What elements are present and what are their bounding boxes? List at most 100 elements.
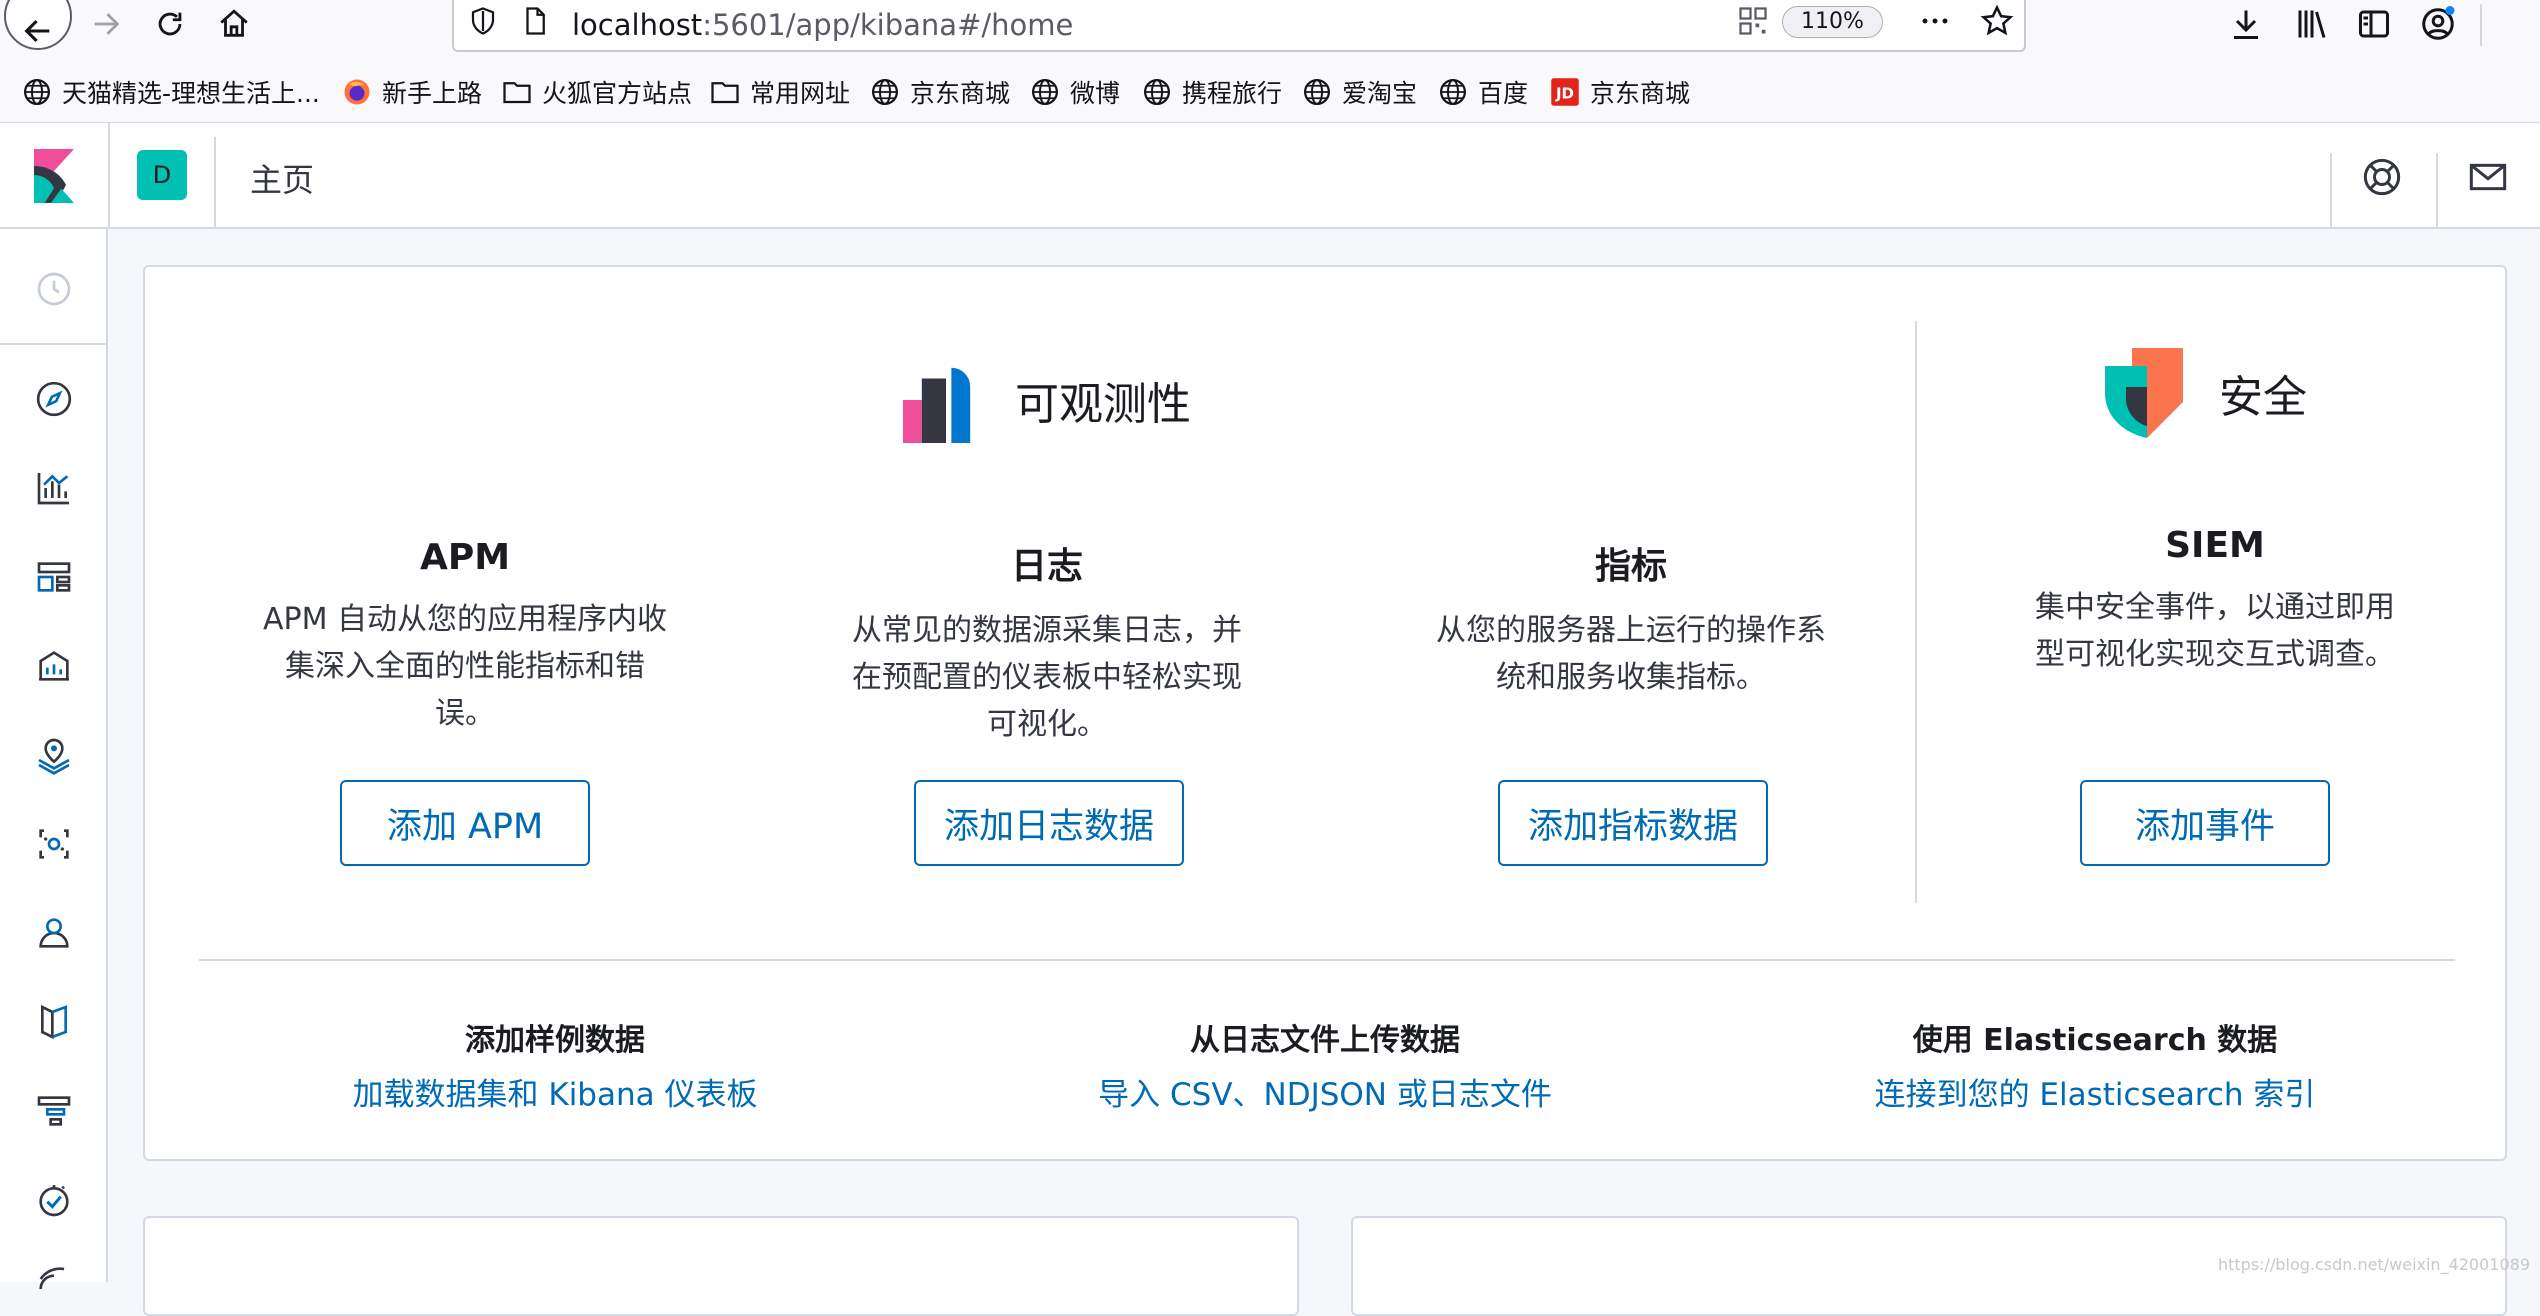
nav-machine-learning[interactable] xyxy=(29,819,79,869)
qr-code-icon[interactable] xyxy=(1738,6,1768,36)
kibana-logo-icon[interactable] xyxy=(30,149,78,203)
side-nav xyxy=(0,229,108,1290)
nav-canvas[interactable] xyxy=(29,641,79,691)
solution-divider xyxy=(1915,321,1917,903)
nav-apm[interactable] xyxy=(29,1086,79,1136)
feature-title: APM xyxy=(419,537,511,578)
siem-icon xyxy=(39,1267,65,1290)
account-icon[interactable] xyxy=(2420,6,2456,42)
add-metrics-button[interactable]: 添加指标数据 xyxy=(1498,780,1768,866)
add-events-button[interactable]: 添加事件 xyxy=(2080,780,2330,866)
back-button[interactable] xyxy=(4,0,72,50)
arrow-right-icon xyxy=(94,13,120,35)
help-lifebuoy-icon[interactable] xyxy=(2362,157,2402,197)
recent-items-button[interactable] xyxy=(29,264,79,314)
globe-icon xyxy=(1144,79,1170,105)
infrastructure-icon xyxy=(39,918,69,948)
sample-data-title: 添加样例数据 xyxy=(465,1023,645,1058)
svg-text:JD: JD xyxy=(1555,84,1574,102)
browser-toolbar: localhost:5601/app/kibana#/home 110% xyxy=(0,0,2540,52)
logs-icon xyxy=(41,1004,67,1040)
nav-discover[interactable] xyxy=(29,374,79,424)
canvas-icon xyxy=(39,651,69,681)
globe-icon xyxy=(1440,79,1466,105)
globe-icon xyxy=(872,79,898,105)
home-icon xyxy=(220,9,248,37)
bookmark-folder[interactable]: 火狐官方站点 xyxy=(502,74,692,110)
download-icon[interactable] xyxy=(2228,6,2264,42)
bookmark-item[interactable]: 爱淘宝 xyxy=(1302,74,1417,110)
reload-button[interactable] xyxy=(148,2,192,46)
security-logo-icon xyxy=(2105,348,2183,438)
folder-icon xyxy=(503,82,531,104)
feature-title: SIEM xyxy=(2165,525,2265,566)
section-divider xyxy=(199,959,2455,961)
space-avatar[interactable]: D xyxy=(137,150,187,200)
shield-icon[interactable] xyxy=(468,6,498,36)
more-icon[interactable] xyxy=(1918,6,1952,36)
watermark: https://blog.csdn.net/weixin_42001089 xyxy=(2217,1255,2530,1274)
feature-title: 日志 xyxy=(1010,546,1083,587)
dashboard-icon xyxy=(37,562,71,592)
maps-icon xyxy=(38,738,70,775)
compass-icon xyxy=(36,381,72,417)
nav-dashboard[interactable] xyxy=(29,552,79,602)
clock-icon xyxy=(37,272,71,306)
lower-panel-left xyxy=(143,1216,1299,1316)
observability-logo-icon xyxy=(903,367,971,443)
bookmark-item[interactable]: JD 京东商城 xyxy=(1550,74,1690,110)
upload-file-link[interactable]: 导入 CSV、NDJSON 或日志文件 xyxy=(915,1069,1735,1114)
star-icon[interactable] xyxy=(1980,4,2014,38)
forward-button[interactable] xyxy=(84,2,128,46)
folder-icon xyxy=(711,82,739,104)
security-title: 安全 xyxy=(2219,372,2307,423)
page-title: 主页 xyxy=(250,161,315,199)
home-button[interactable] xyxy=(212,2,256,46)
security-heading: 安全 xyxy=(2105,347,2307,439)
feature-logs: 日志 从常见的数据源采集日志，并在预配置的仪表板中轻松实现可视化。 xyxy=(807,537,1287,748)
nav-maps[interactable] xyxy=(29,730,79,780)
arrow-left-icon xyxy=(24,19,50,43)
sidebar-icon[interactable] xyxy=(2356,6,2392,42)
nav-siem[interactable] xyxy=(29,1254,79,1304)
url-text[interactable]: localhost:5601/app/kibana#/home xyxy=(572,8,1073,42)
observability-title: 可观测性 xyxy=(1015,379,1191,430)
feature-metrics: 指标 从您的服务器上运行的操作系统和服务收集指标。 xyxy=(1391,537,1871,701)
nav-uptime[interactable] xyxy=(29,1175,79,1225)
observability-heading: 可观测性 xyxy=(903,355,1191,445)
machine-learning-icon xyxy=(39,829,69,859)
add-logs-button[interactable]: 添加日志数据 xyxy=(914,780,1184,866)
url-bar[interactable]: localhost:5601/app/kibana#/home 110% xyxy=(452,0,2026,52)
feature-description: APM 自动从您的应用程序内收集深入全面的性能指标和错误。 xyxy=(262,602,668,731)
feature-title: 指标 xyxy=(1594,546,1667,587)
nav-logs[interactable] xyxy=(29,997,79,1047)
bookmark-item[interactable]: 天猫精选-理想生活上... xyxy=(22,74,320,110)
bookmark-item[interactable]: 微博 xyxy=(1030,74,1120,110)
bookmark-item[interactable]: 京东商城 xyxy=(870,74,1010,110)
page-icon xyxy=(526,7,545,35)
header-divider xyxy=(2436,153,2438,229)
sample-data-section: 添加样例数据 加载数据集和 Kibana 仪表板 xyxy=(145,1015,965,1114)
kibana-header: D 主页 xyxy=(0,123,2540,229)
elasticsearch-link[interactable]: 连接到您的 Elasticsearch 索引 xyxy=(1685,1069,2505,1114)
bookmark-item[interactable]: 携程旅行 xyxy=(1142,74,1282,110)
jd-icon: JD xyxy=(1551,78,1579,106)
bookmark-item[interactable]: 百度 xyxy=(1438,74,1528,110)
add-apm-button[interactable]: 添加 APM xyxy=(340,780,590,866)
library-icon[interactable] xyxy=(2294,6,2330,42)
zoom-level-badge[interactable]: 110% xyxy=(1782,6,1883,38)
feature-description: 从常见的数据源采集日志，并在预配置的仪表板中轻松实现可视化。 xyxy=(852,613,1242,742)
mail-icon[interactable] xyxy=(2468,157,2508,197)
globe-icon xyxy=(1032,79,1058,105)
nav-infrastructure[interactable] xyxy=(29,908,79,958)
bookmark-folder[interactable]: 常用网址 xyxy=(710,74,850,110)
firefox-icon xyxy=(344,79,370,105)
sample-data-link[interactable]: 加载数据集和 Kibana 仪表板 xyxy=(145,1069,965,1114)
globe-icon xyxy=(1304,79,1330,105)
reload-icon xyxy=(158,12,182,36)
elasticsearch-title: 使用 Elasticsearch 数据 xyxy=(1912,1023,2278,1058)
nav-visualize[interactable] xyxy=(29,463,79,513)
feature-description: 从您的服务器上运行的操作系统和服务收集指标。 xyxy=(1436,613,1826,695)
bookmark-item[interactable]: 新手上路 xyxy=(342,74,482,110)
visualize-icon xyxy=(37,473,69,505)
